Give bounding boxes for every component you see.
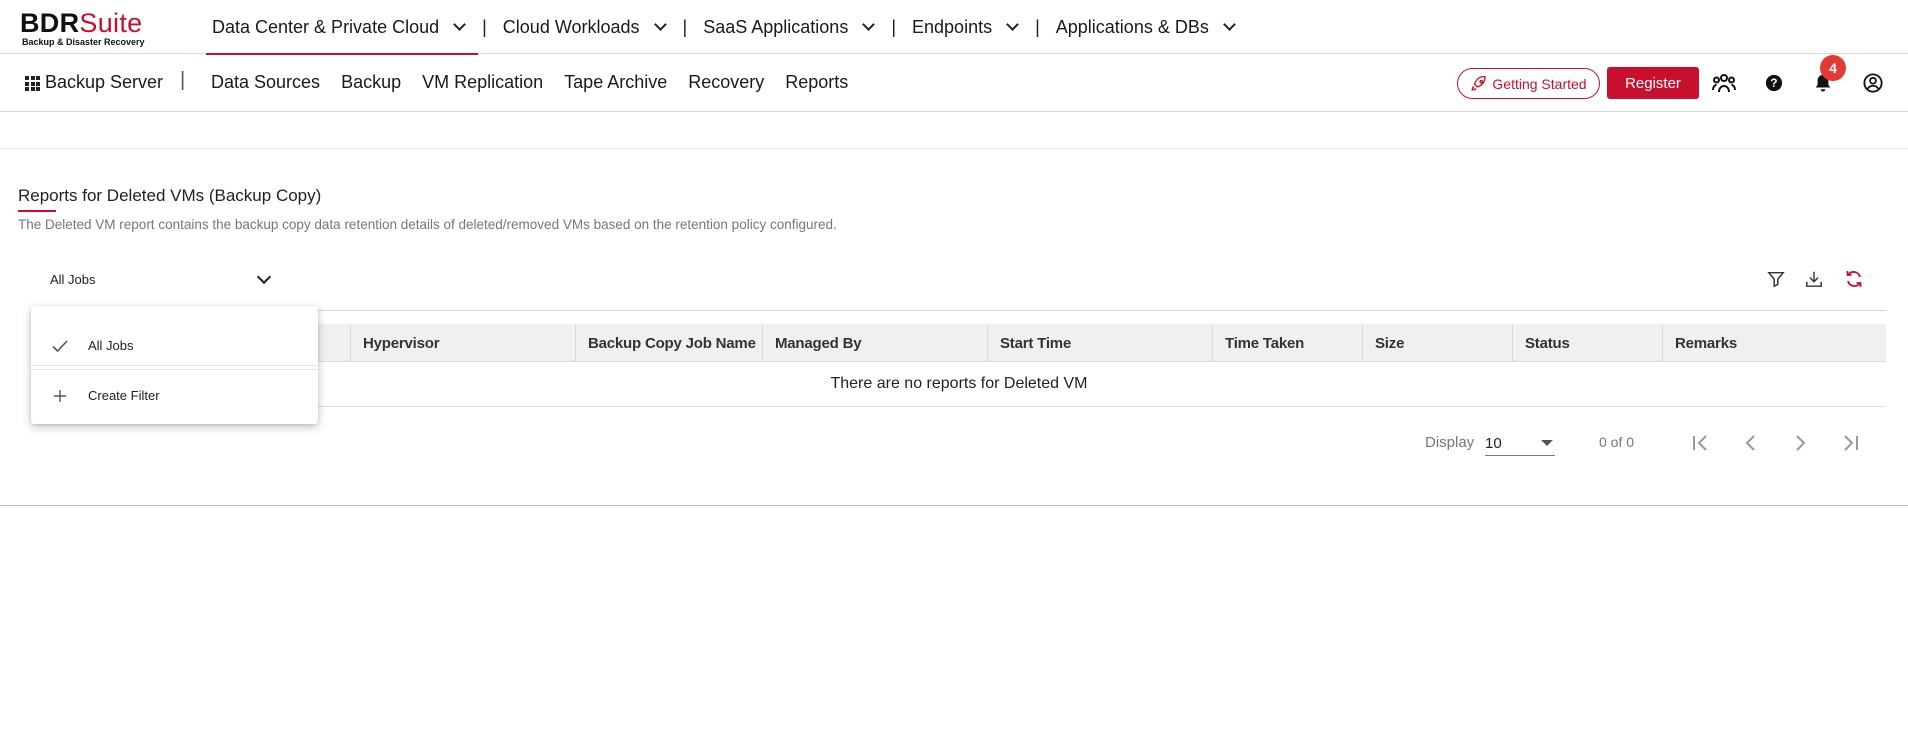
product-nav: Data Center & Private Cloud | Cloud Work… (206, 0, 1248, 55)
option-label: Create Filter (88, 387, 160, 403)
job-filter-select[interactable]: All Jobs (32, 264, 282, 298)
option-create-filter[interactable]: Create Filter (31, 375, 318, 415)
title-underline (18, 210, 56, 212)
dropdown-divider (31, 365, 318, 366)
nav-label: Endpoints (912, 16, 993, 37)
nav-data-center[interactable]: Data Center & Private Cloud (206, 0, 479, 55)
getting-started-button[interactable]: Getting Started (1457, 68, 1600, 99)
page-size-value: 10 (1485, 435, 1502, 452)
bdrsuite-logo[interactable]: BDRSuite Backup & Disaster Recovery (20, 9, 145, 47)
module-nav: Data Sources Backup VM Replication Tape … (211, 72, 848, 93)
nav-separator: | (1035, 16, 1040, 37)
page-size-select[interactable]: 10 (1485, 432, 1555, 456)
module-nav-bar: Backup Server | Data Sources Backup VM R… (0, 55, 1908, 112)
chevron-down-icon (653, 18, 667, 31)
display-label: Display (1425, 434, 1475, 451)
nav-saas-applications[interactable]: SaaS Applications (697, 0, 887, 54)
notification-badge: 4 (1820, 55, 1846, 81)
caret-down-icon (1541, 440, 1553, 446)
dropdown-divider (31, 369, 318, 370)
record-count: 0 of 0 (1599, 434, 1635, 450)
plus-icon (54, 390, 66, 402)
svg-text:?: ? (1770, 77, 1777, 90)
logo-text: BDRSuite (20, 8, 143, 38)
check-icon (52, 340, 68, 353)
nav-cloud-workloads[interactable]: Cloud Workloads (497, 0, 679, 54)
nav-label: Cloud Workloads (502, 16, 640, 37)
column-header-time-taken[interactable]: Time Taken (1212, 324, 1362, 362)
nav-reports[interactable]: Reports (785, 72, 848, 93)
nav-label: Data Center & Private Cloud (212, 16, 440, 37)
nav-data-sources[interactable]: Data Sources (211, 72, 320, 93)
nav-separator: | (682, 16, 688, 37)
next-page-icon[interactable] (1787, 430, 1813, 456)
app-name[interactable]: Backup Server (45, 72, 163, 93)
rocket-icon (1471, 75, 1487, 91)
option-all-jobs[interactable]: All Jobs (31, 325, 318, 365)
nav-vm-replication[interactable]: VM Replication (422, 72, 543, 93)
chevron-down-icon (1222, 18, 1236, 31)
filter-icon[interactable] (1765, 268, 1787, 290)
column-header-size[interactable]: Size (1362, 324, 1512, 362)
nav-applications-dbs[interactable]: Applications & DBs (1050, 0, 1248, 54)
chevron-down-icon (862, 18, 876, 31)
column-header-remarks[interactable]: Remarks (1662, 324, 1886, 362)
job-filter-value: All Jobs (50, 272, 96, 287)
page-title: Reports for Deleted VMs (Backup Copy) (18, 186, 322, 205)
content-bottom-border (0, 505, 1908, 506)
nav-separator: | (482, 16, 487, 37)
download-icon[interactable] (1803, 268, 1825, 290)
community-icon[interactable] (1712, 71, 1736, 95)
nav-recovery[interactable]: Recovery (688, 72, 764, 93)
chevron-down-icon (1006, 18, 1019, 31)
job-filter-dropdown: All Jobs Create Filter (31, 306, 318, 424)
page-description: The Deleted VM report contains the backu… (18, 217, 837, 232)
nav-label: Applications & DBs (1055, 16, 1209, 37)
first-page-icon[interactable] (1688, 430, 1714, 456)
help-icon[interactable]: ? (1762, 71, 1786, 95)
previous-page-icon[interactable] (1738, 430, 1764, 456)
nav-separator: | (891, 16, 897, 37)
column-header-start-time[interactable]: Start Time (987, 324, 1212, 362)
column-header-job-name[interactable]: Backup Copy Job Name (575, 324, 762, 362)
column-header-hypervisor[interactable]: Hypervisor (350, 324, 575, 362)
last-page-icon[interactable] (1837, 430, 1863, 456)
column-header-status[interactable]: Status (1512, 324, 1662, 362)
nav-separator: | (180, 69, 186, 91)
logo-tagline: Backup & Disaster Recovery (22, 37, 145, 47)
top-navigation-bar: BDRSuite Backup & Disaster Recovery Data… (0, 0, 1908, 55)
nav-tape-archive[interactable]: Tape Archive (564, 72, 667, 93)
getting-started-label: Getting Started (1492, 75, 1587, 92)
nav-endpoints[interactable]: Endpoints (906, 0, 1031, 54)
column-header-managed-by[interactable]: Managed By (762, 324, 987, 362)
register-button[interactable]: Register (1607, 67, 1699, 99)
option-label: All Jobs (88, 337, 134, 353)
app-grid-icon[interactable] (25, 76, 40, 91)
chevron-down-icon (453, 18, 466, 31)
divider (0, 148, 1908, 149)
refresh-icon[interactable] (1843, 268, 1865, 290)
user-icon[interactable] (1861, 71, 1885, 95)
chevron-down-icon (256, 269, 272, 285)
nav-backup[interactable]: Backup (341, 72, 401, 93)
nav-label: SaaS Applications (703, 16, 849, 37)
